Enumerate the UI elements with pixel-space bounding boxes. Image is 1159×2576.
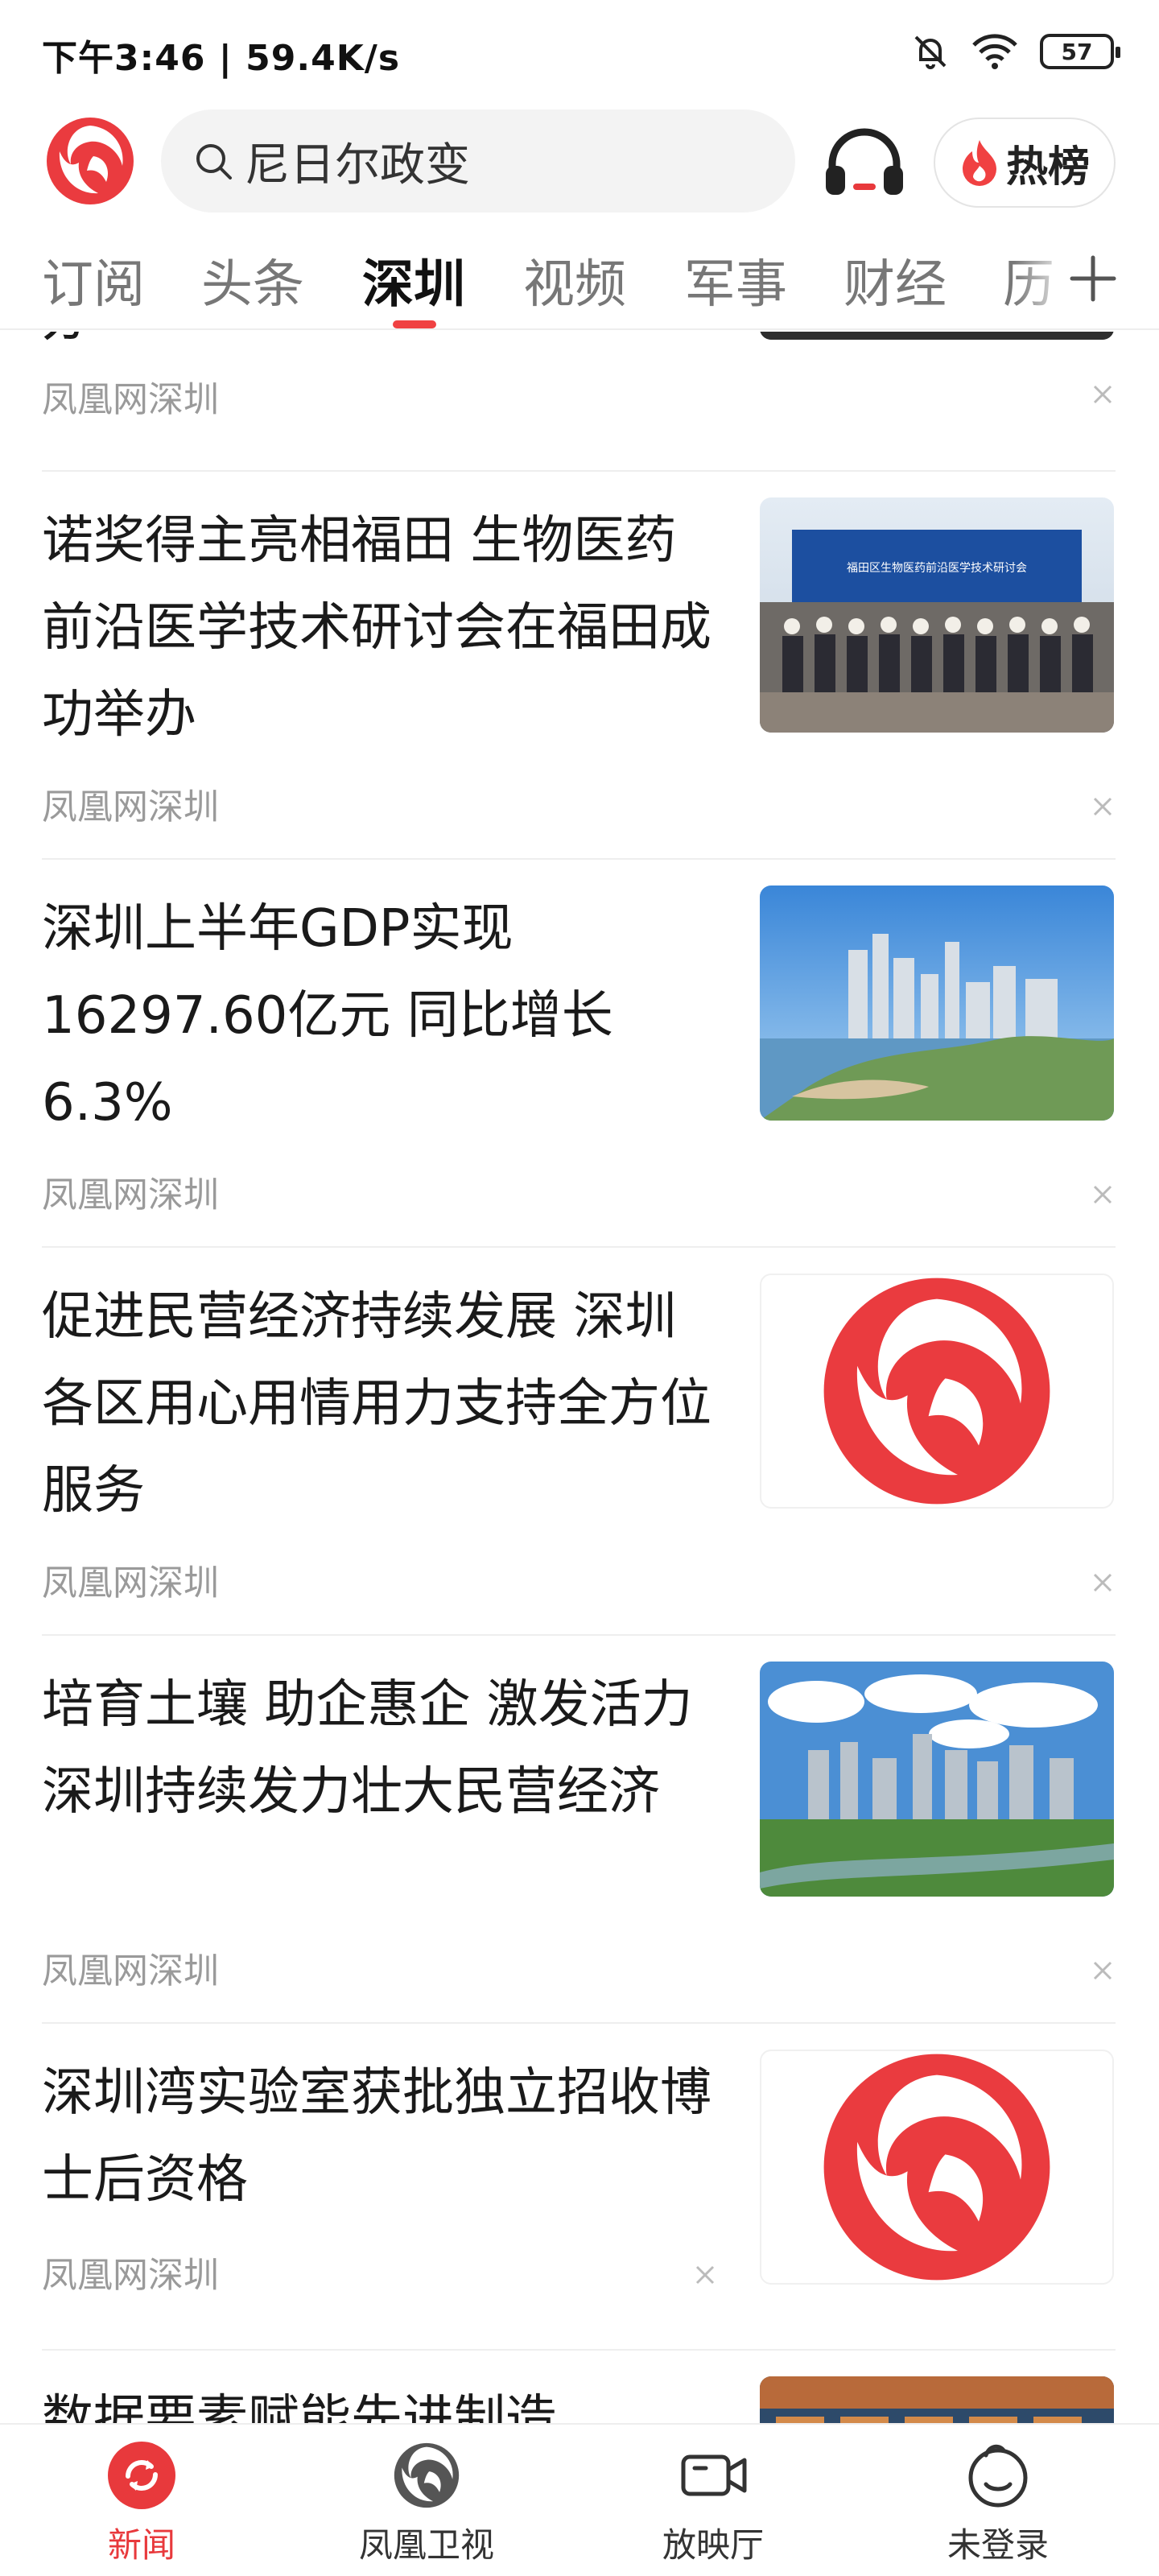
news-thumbnail [760,332,1114,340]
news-title: 诺奖得主亮相福田 生物医药前沿医学技术研讨会在福田成功举办 [42,511,711,745]
divider [42,470,1116,472]
news-refresh-icon [108,2442,175,2509]
divider [42,1634,1116,1636]
news-thumbnail [760,1274,1114,1509]
search-placeholder: 尼日尔政变 [245,138,470,192]
tab-video[interactable]: 视频 [523,243,626,317]
tab-headlines[interactable]: 头条 [201,243,304,317]
search-bar[interactable]: 尼日尔政变 [161,109,795,213]
hot-list-label: 热榜 [1005,142,1090,192]
tab-military[interactable]: 军事 [684,243,787,317]
thumb-banner-text: 福田区生物医药前沿医学技术研讨会 [847,561,1027,575]
user-avatar-icon [968,2444,1028,2508]
ifeng-logo-icon [823,2054,1050,2281]
nav-news-label: 新闻 [107,2525,175,2565]
video-camera-icon [681,2454,747,2496]
close-icon[interactable] [1088,1956,1117,1985]
news-source: 凤凰网深圳 [42,379,219,420]
flame-icon [962,140,996,186]
phoenix-tv-icon [394,2442,460,2508]
nav-news[interactable]: 新闻 [61,2439,222,2576]
news-item[interactable]: 促进民营经济持续发展 深圳各区用心用情用力支持全方位服务 凤凰网深圳 [42,1274,1116,1612]
status-bar: 下午3:46 | 59.4K/s 57 [0,0,1159,105]
news-title: 深圳湾实验室获批独立招收博士后资格 [42,2063,711,2210]
news-thumbnail [760,1662,1114,1897]
channel-tabs: 订阅 头条 深圳 视频 军事 财经 历 [0,233,1159,330]
headphones-icon[interactable] [823,127,906,198]
news-source: 凤凰网深圳 [42,786,219,828]
nav-phoenix-tv-label: 凤凰卫视 [358,2525,494,2565]
tab-subscribe[interactable]: 订阅 [42,243,145,317]
hot-list-button[interactable]: 热榜 [934,118,1116,208]
news-source: 凤凰网深圳 [42,1951,219,1992]
news-thumbnail [760,2050,1114,2285]
add-channel-icon[interactable] [1064,250,1122,308]
news-feed: 办 凤凰网深圳 诺奖得主亮相福田 生物医药前沿医学技术研讨会在福田成功举办 [0,332,1159,2425]
news-title: 培育土壤 助企惠企 激发活力 深圳持续发力壮大民营经济 [42,1675,693,1822]
ifeng-logo-icon [823,1278,1050,1505]
search-icon [196,144,232,180]
news-item-partial[interactable]: 办 凤凰网深圳 [42,332,1116,436]
news-title: 数据要素赋能先进制造 [42,2390,557,2425]
nav-phoenix-tv[interactable]: 凤凰卫视 [346,2439,507,2576]
close-icon[interactable] [691,2260,720,2289]
news-thumbnail [760,886,1114,1121]
news-source: 凤凰网深圳 [42,1563,219,1604]
battery-indicator: 57 [1040,34,1120,69]
news-item[interactable]: 培育土壤 助企惠企 激发活力 深圳持续发力壮大民营经济 凤凰网深圳 [42,1662,1116,2000]
news-title: 深圳上半年GDP实现16297.60亿元 同比增长6.3% [42,899,613,1133]
divider [42,2022,1116,2024]
news-item[interactable]: 诺奖得主亮相福田 生物医药前沿医学技术研讨会在福田成功举办 福田区生物医药前沿医… [42,497,1116,836]
wifi-icon [972,34,1017,69]
divider [42,1246,1116,1248]
close-icon[interactable] [1088,380,1117,409]
ifeng-logo-icon[interactable] [45,116,135,206]
news-item[interactable]: 深圳湾实验室获批独立招收博士后资格 凤凰网深圳 [42,2050,1116,2315]
tab-finance[interactable]: 财经 [843,243,947,317]
nav-cinema-label: 放映厅 [662,2525,764,2565]
news-source: 凤凰网深圳 [42,1174,219,1216]
news-title: 办 [42,332,718,362]
news-title: 促进民营经济持续发展 深圳各区用心用情用力支持全方位服务 [42,1287,711,1521]
nav-cinema[interactable]: 放映厅 [633,2439,794,2576]
divider [42,2349,1116,2351]
bottom-navigation: 新闻 凤凰卫视 放映厅 未登录 [0,2423,1159,2576]
nav-account[interactable]: 未登录 [918,2439,1079,2576]
app-header: 尼日尔政变 热榜 [0,105,1159,225]
close-icon[interactable] [1088,1180,1117,1209]
news-thumbnail [760,2376,1114,2425]
status-time-speed: 下午3:46 | 59.4K/s [42,38,401,79]
close-icon[interactable] [1088,1568,1117,1597]
status-icons: 57 [911,29,1120,74]
news-source: 凤凰网深圳 [42,2255,219,2296]
close-icon[interactable] [1088,792,1117,821]
news-item[interactable]: 深圳上半年GDP实现16297.60亿元 同比增长6.3% 凤凰网深圳 [42,886,1116,1224]
divider [42,858,1116,860]
nav-account-label: 未登录 [947,2525,1049,2565]
news-item[interactable]: 数据要素赋能先进制造 [42,2376,1116,2425]
mute-bell-icon [914,35,947,69]
tab-shenzhen[interactable]: 深圳 [362,243,465,317]
news-thumbnail: 福田区生物医药前沿医学技术研讨会 [760,497,1114,733]
battery-level: 57 [1061,38,1093,65]
active-tab-indicator [393,320,436,328]
